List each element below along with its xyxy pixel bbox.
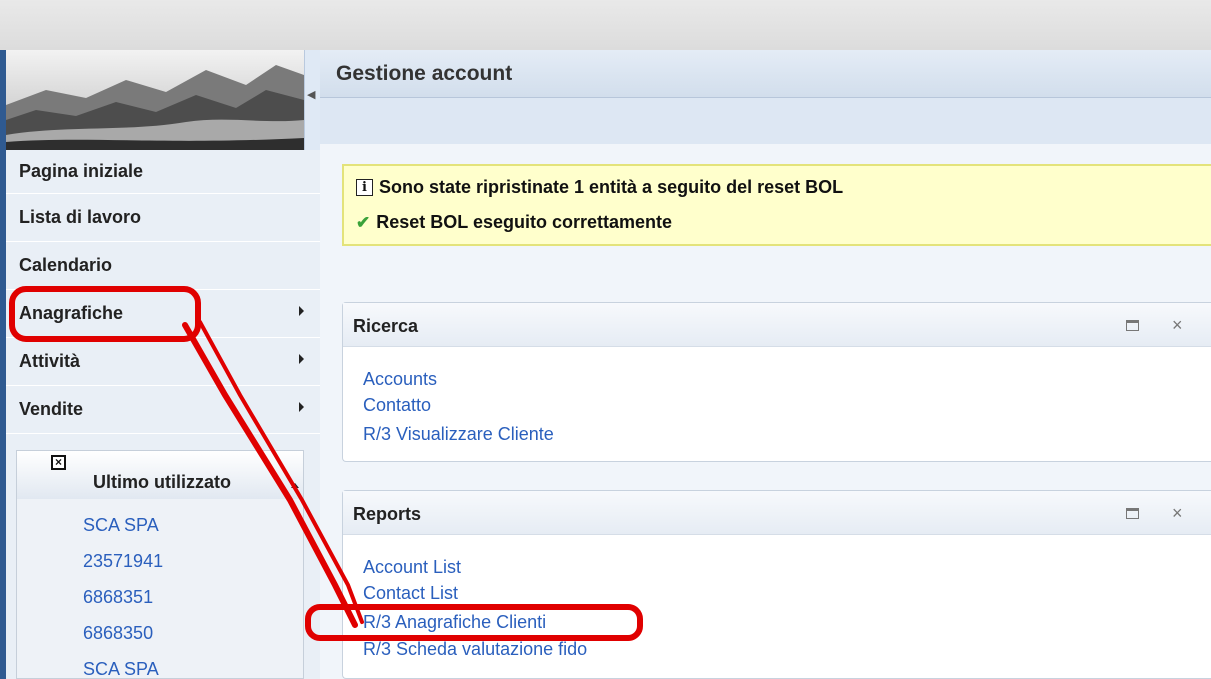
reports-panel-title: Reports [353,504,422,524]
recent-item-link[interactable]: SCA SPA [83,515,159,536]
link-contatto[interactable]: Contatto [363,395,431,416]
link-r3-visualizzare-cliente[interactable]: R/3 Visualizzare Cliente [363,424,554,445]
page-title-bar: Gestione account [320,50,1211,98]
checkmark-icon: ✔ [356,212,371,232]
close-icon[interactable]: × [1172,315,1183,336]
sidebar-item-anagrafiche[interactable]: Anagrafiche [6,290,320,338]
minimize-icon[interactable] [1126,320,1139,331]
sidebar-item-calendario[interactable]: Calendario [6,242,320,290]
success-message: ✔ Reset BOL eseguito correttamente [356,212,672,233]
link-r3-anagrafiche-clienti[interactable]: R/3 Anagrafiche Clienti [363,612,546,633]
link-account-list[interactable]: Account List [363,557,461,578]
caret-up-icon[interactable] [291,483,299,488]
submenu-arrow-icon [299,306,304,316]
recent-item-link[interactable]: 23571941 [83,551,163,572]
message-area: i Sono state ripristinate 1 entità a seg… [342,164,1211,246]
submenu-arrow-icon [299,354,304,364]
recently-used-title: Ultimo utilizzato [93,472,231,492]
info-message: i Sono state ripristinate 1 entità a seg… [356,177,843,198]
sidebar-item-label: Anagrafiche [19,303,124,323]
recent-item-link[interactable]: SCA SPA [83,659,159,679]
close-icon[interactable]: × [51,455,66,470]
link-contact-list[interactable]: Contact List [363,583,458,604]
recent-item-link[interactable]: 6868350 [83,623,153,644]
recently-used-header[interactable]: × Ultimo utilizzato [17,451,303,499]
collapse-arrow-icon: ◀ [307,89,316,101]
close-icon[interactable]: × [1172,503,1183,524]
sidebar-item-label: Lista di lavoro [19,207,142,227]
ricerca-panel-title: Ricerca [353,316,419,336]
ricerca-panel-header: Ricerca × [343,303,1211,347]
collapse-sidebar-handle[interactable]: ◀ [304,50,320,150]
info-icon: i [356,179,373,196]
mountain-lake-banner [6,50,304,150]
browser-top-bar [0,0,1211,50]
info-message-text: Sono state ripristinate 1 entità a segui… [379,177,844,197]
sidebar-item-label: Pagina iniziale [19,161,144,181]
sidebar-item-label: Attività [19,351,81,371]
reports-panel: Reports × Account List Contact List R/3 … [342,490,1211,679]
sidebar-item-lista-di-lavoro[interactable]: Lista di lavoro [6,194,320,242]
submenu-arrow-icon [299,402,304,412]
ricerca-panel: Ricerca × Accounts Contatto R/3 Visualiz… [342,302,1211,462]
link-r3-scheda-valutazione-fido[interactable]: R/3 Scheda valutazione fido [363,639,587,660]
success-message-text: Reset BOL eseguito correttamente [376,212,673,232]
page-title: Gestione account [336,62,513,85]
reports-panel-header: Reports × [343,491,1211,535]
minimize-icon[interactable] [1126,508,1139,519]
link-accounts[interactable]: Accounts [363,369,437,390]
sidebar-item-pagina-iniziale[interactable]: Pagina iniziale [6,150,320,194]
sidebar-item-vendite[interactable]: Vendite [6,386,320,434]
page-toolbar [320,98,1211,144]
sidebar-item-label: Vendite [19,399,84,419]
sidebar-item-attivita[interactable]: Attività [6,338,320,386]
sidebar-item-label: Calendario [19,255,113,275]
recently-used-panel: × Ultimo utilizzato SCA SPA 23571941 686… [16,450,304,679]
recent-item-link[interactable]: 6868351 [83,587,153,608]
